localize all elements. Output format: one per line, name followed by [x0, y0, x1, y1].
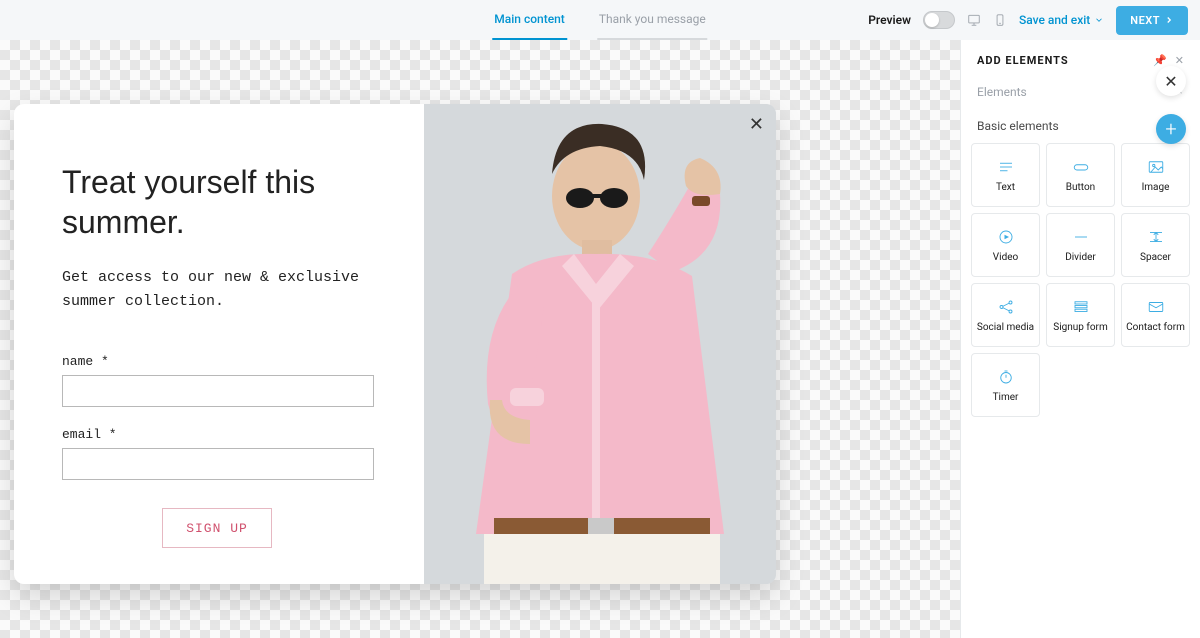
element-timer-label: Timer [993, 392, 1019, 403]
preview-toggle[interactable] [923, 11, 955, 29]
next-button[interactable]: NEXT [1116, 6, 1188, 35]
social-icon [995, 298, 1017, 316]
button-icon [1070, 158, 1092, 176]
video-icon [995, 228, 1017, 246]
element-spacer[interactable]: Spacer [1121, 213, 1190, 277]
name-input[interactable] [62, 375, 374, 407]
element-signup-label: Signup form [1053, 322, 1107, 333]
panel-title: ADD ELEMENTS [977, 54, 1069, 67]
close-button[interactable]: ✕ [1156, 66, 1186, 96]
text-icon [995, 158, 1017, 176]
close-panel-icon[interactable]: ✕ [1175, 54, 1184, 67]
tab-thank-you[interactable]: Thank you message [597, 0, 708, 40]
element-video-label: Video [993, 252, 1018, 263]
save-exit-label: Save and exit [1019, 13, 1090, 27]
element-timer[interactable]: Timer [971, 353, 1040, 417]
element-image[interactable]: Image [1121, 143, 1190, 207]
spacer-icon [1145, 228, 1167, 246]
element-image-label: Image [1142, 182, 1170, 193]
timer-icon [995, 368, 1017, 386]
element-divider[interactable]: Divider [1046, 213, 1115, 277]
element-contact-label: Contact form [1126, 322, 1185, 333]
topbar-right: Preview Save and exit NEXT [868, 6, 1200, 35]
email-input[interactable] [62, 448, 374, 480]
elements-grid: Text Button Image Video Divider Spacer [961, 143, 1200, 417]
divider-icon [1070, 228, 1092, 246]
element-spacer-label: Spacer [1140, 252, 1171, 263]
model-image [424, 104, 776, 584]
desktop-icon[interactable] [967, 11, 981, 29]
topbar: Main content Thank you message Preview S… [0, 0, 1200, 40]
element-signup-form[interactable]: Signup form [1046, 283, 1115, 347]
email-label: email * [62, 427, 376, 442]
tab-main-content[interactable]: Main content [492, 0, 567, 40]
element-button-label: Button [1066, 182, 1095, 193]
name-label: name * [62, 354, 376, 369]
element-text[interactable]: Text [971, 143, 1040, 207]
element-social-label: Social media [977, 322, 1034, 333]
pin-icon[interactable]: 📌 [1153, 54, 1167, 67]
main: Treat yourself this summer. Get access t… [0, 40, 1200, 638]
popup-image[interactable]: ✕ [424, 104, 776, 584]
popup-preview[interactable]: Treat yourself this summer. Get access t… [14, 104, 776, 584]
elements-accordion-label: Elements [977, 85, 1027, 99]
chevron-right-icon [1164, 15, 1174, 25]
signup-form-icon [1070, 298, 1092, 316]
element-social[interactable]: Social media [971, 283, 1040, 347]
chevron-down-icon [1094, 15, 1104, 25]
element-button[interactable]: Button [1046, 143, 1115, 207]
element-video[interactable]: Video [971, 213, 1040, 277]
preview-label: Preview [868, 13, 911, 27]
editor-canvas[interactable]: Treat yourself this summer. Get access t… [0, 40, 960, 638]
popup-title[interactable]: Treat yourself this summer. [62, 162, 376, 242]
popup-description[interactable]: Get access to our new & exclusive summer… [62, 266, 376, 314]
mobile-icon[interactable] [993, 11, 1007, 29]
popup-close-icon[interactable]: ✕ [749, 114, 764, 135]
element-text-label: Text [996, 182, 1015, 193]
element-contact-form[interactable]: Contact form [1121, 283, 1190, 347]
signup-button[interactable]: SIGN UP [162, 508, 272, 548]
next-label: NEXT [1130, 14, 1160, 27]
image-icon [1145, 158, 1167, 176]
add-element-fab[interactable]: + [1156, 114, 1186, 144]
save-and-exit[interactable]: Save and exit [1019, 13, 1104, 27]
element-divider-label: Divider [1065, 252, 1096, 263]
contact-form-icon [1145, 298, 1167, 316]
popup-content: Treat yourself this summer. Get access t… [14, 104, 424, 584]
content-tabs: Main content Thank you message [492, 0, 707, 40]
